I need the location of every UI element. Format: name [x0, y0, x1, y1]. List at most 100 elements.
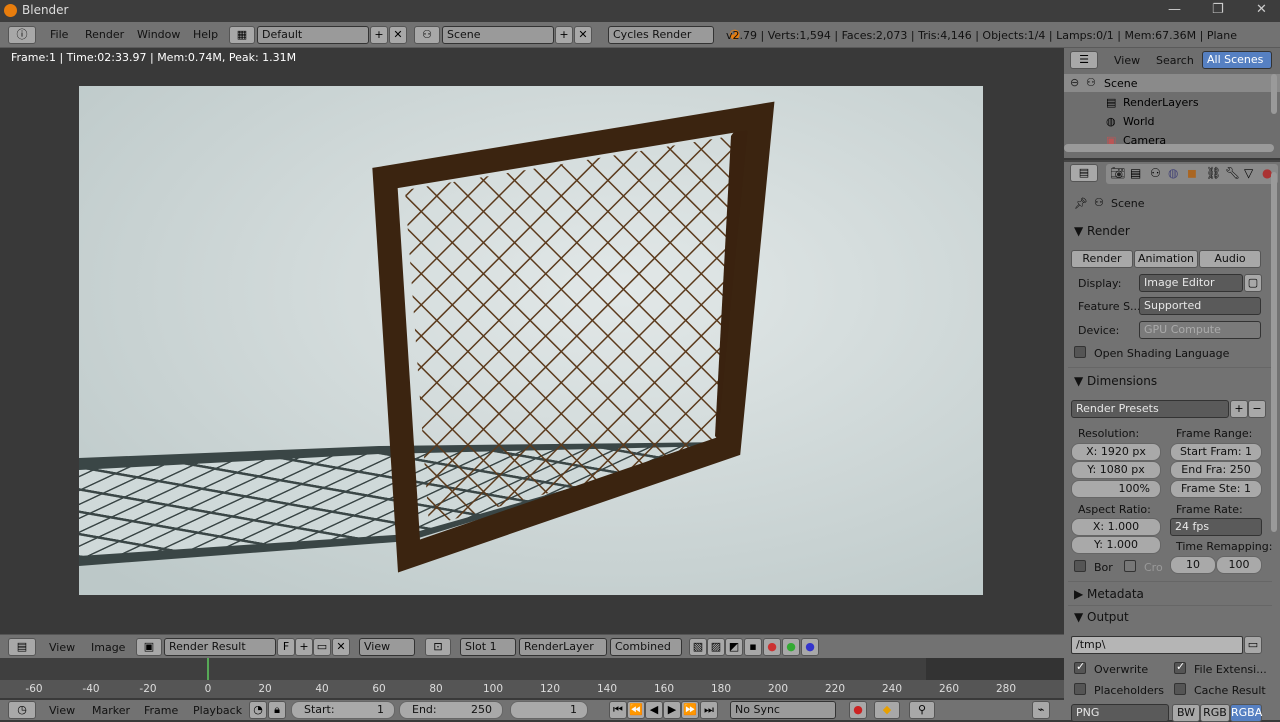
file-extension-checkbox[interactable] [1174, 660, 1186, 674]
scene-field[interactable]: Scene [442, 26, 554, 44]
draw-alpha-icon[interactable]: ▨ [707, 638, 725, 656]
menu-view[interactable]: View [49, 641, 75, 654]
pivot-icon[interactable]: ⊡ [425, 638, 451, 656]
audio-button[interactable]: Audio [1199, 250, 1261, 268]
green-channel-icon[interactable]: ● [782, 638, 800, 656]
keyframe-type-icon[interactable]: ⚲ [909, 701, 935, 719]
current-frame-field[interactable]: 1 [510, 701, 588, 719]
preview-range-icon[interactable]: ◔ [249, 701, 267, 719]
editor-type-icon[interactable]: ⓘ [8, 26, 36, 44]
render-engine-select[interactable]: Cycles Render [608, 26, 714, 44]
timeline-type-icon[interactable]: ◷ [8, 701, 36, 719]
time-remap-new-field[interactable]: 100 [1216, 556, 1262, 574]
keying-set-icon[interactable]: ◆ [874, 701, 900, 719]
blue-channel-icon[interactable]: ● [801, 638, 819, 656]
lock-interface-icon[interactable]: ▢ [1244, 274, 1262, 292]
start-frame-field[interactable]: Start: 1 [291, 701, 395, 719]
menu-playback[interactable]: Playback [193, 704, 242, 717]
time-remap-old-field[interactable]: 10 [1170, 556, 1216, 574]
image-new-icon[interactable]: + [295, 638, 313, 656]
crop-checkbox[interactable] [1124, 560, 1136, 572]
preset-add-icon[interactable]: + [1230, 400, 1248, 418]
layout-remove-button[interactable]: ✕ [389, 26, 407, 44]
key-add-icon[interactable]: ⌁ [1032, 701, 1050, 719]
menu-file[interactable]: File [50, 28, 68, 41]
feature-set-select[interactable]: Supported [1139, 297, 1261, 315]
outliner-item[interactable]: World [1123, 115, 1155, 128]
draw-channels-icon[interactable]: ▪ [744, 638, 762, 656]
outliner-scrollbar[interactable] [1064, 144, 1274, 152]
output-path-field[interactable]: /tmp\ [1071, 636, 1243, 654]
layout-field[interactable]: Default [257, 26, 369, 44]
dimensions-panel-header[interactable]: ▼ Dimensions [1074, 374, 1157, 388]
sync-mode-select[interactable]: No Sync [730, 701, 836, 719]
placeholders-checkbox[interactable] [1074, 683, 1086, 695]
render-tab-icon[interactable]: 📷︎ [1110, 166, 1125, 180]
device-select[interactable]: GPU Compute [1139, 321, 1261, 339]
start-frame-field[interactable]: Start Fram: 1 [1170, 443, 1262, 461]
osl-checkbox[interactable] [1074, 346, 1086, 358]
menu-image[interactable]: Image [91, 641, 125, 654]
pin-icon[interactable]: 📌︎ [1074, 197, 1088, 210]
end-frame-field[interactable]: End Fra: 250 [1170, 461, 1262, 479]
outliner-vscrollbar[interactable] [1271, 74, 1277, 114]
render-panel-header[interactable]: ▼ Render [1074, 224, 1130, 238]
properties-scrollbar[interactable] [1271, 172, 1277, 532]
image-name-field[interactable]: Render Result [164, 638, 276, 656]
display-mode-select[interactable]: All Scenes [1202, 51, 1272, 69]
draw-z-icon[interactable]: ◩ [725, 638, 743, 656]
play-icon[interactable]: ▶ [663, 701, 681, 719]
resolution-x-field[interactable]: X: 1920 px [1071, 443, 1161, 461]
resolution-percent-field[interactable]: 100% [1071, 480, 1161, 498]
folder-browse-icon[interactable]: ▭ [1244, 636, 1262, 654]
object-tab-icon[interactable]: ◼ [1187, 166, 1197, 180]
expand-icon[interactable]: ⊖ [1070, 76, 1079, 89]
render-presets-select[interactable]: Render Presets [1071, 400, 1229, 418]
menu-search[interactable]: Search [1156, 54, 1194, 67]
render-button[interactable]: Render [1071, 250, 1133, 268]
record-icon[interactable]: ● [849, 701, 867, 719]
output-panel-header[interactable]: ▼ Output [1074, 610, 1129, 624]
lock-icon[interactable]: 🔒︎ [268, 701, 286, 719]
maximize-button[interactable]: ❐ [1212, 2, 1224, 17]
cache-result-checkbox[interactable] [1174, 683, 1186, 695]
scene-remove-button[interactable]: ✕ [574, 26, 592, 44]
jump-key-forward-icon[interactable]: ⏩ [681, 701, 699, 719]
slot-select[interactable]: Slot 1 [460, 638, 516, 656]
close-button[interactable]: ✕ [1256, 2, 1267, 17]
frame-rate-select[interactable]: 24 fps [1170, 518, 1262, 536]
jump-end-icon[interactable]: ⏭ [700, 701, 718, 719]
menu-view[interactable]: View [49, 704, 75, 717]
preset-remove-icon[interactable]: − [1248, 400, 1266, 418]
outliner-item[interactable]: RenderLayers [1123, 96, 1199, 109]
constraints-tab-icon[interactable]: ⛓ [1206, 166, 1221, 180]
border-checkbox[interactable] [1074, 560, 1086, 572]
view-mode-select[interactable]: View [359, 638, 415, 656]
menu-window[interactable]: Window [137, 28, 180, 41]
aspect-x-field[interactable]: X: 1.000 [1071, 518, 1161, 536]
scene-add-button[interactable]: + [555, 26, 573, 44]
jump-start-icon[interactable]: ⏮ [609, 701, 627, 719]
red-channel-icon[interactable]: ● [763, 638, 781, 656]
outliner-item[interactable]: Scene [1104, 77, 1138, 90]
current-frame-indicator[interactable] [207, 658, 209, 680]
layers-tab-icon[interactable]: ▤ [1130, 166, 1141, 180]
end-frame-field[interactable]: End: 250 [399, 701, 503, 719]
scene-icon[interactable]: ⚇ [414, 26, 440, 44]
world-tab-icon[interactable]: ◍ [1168, 166, 1178, 180]
properties-type-icon[interactable]: ▤ [1070, 164, 1098, 182]
metadata-panel-header[interactable]: ▶ Metadata [1074, 587, 1144, 601]
menu-frame[interactable]: Frame [144, 704, 178, 717]
minimize-button[interactable]: — [1168, 2, 1181, 17]
resolution-y-field[interactable]: Y: 1080 px [1071, 461, 1161, 479]
play-reverse-icon[interactable]: ◀ [645, 701, 663, 719]
menu-help[interactable]: Help [193, 28, 218, 41]
modifier-tab-icon[interactable]: 🔧︎ [1225, 166, 1240, 180]
animation-button[interactable]: Animation [1134, 250, 1198, 268]
color-rgb-button[interactable]: RGB [1200, 704, 1230, 722]
aspect-y-field[interactable]: Y: 1.000 [1071, 536, 1161, 554]
outliner-type-icon[interactable]: ☰ [1070, 51, 1098, 69]
display-select[interactable]: Image Editor [1139, 274, 1243, 292]
draw-rgba-icon[interactable]: ▧ [689, 638, 707, 656]
overwrite-checkbox[interactable] [1074, 660, 1086, 674]
